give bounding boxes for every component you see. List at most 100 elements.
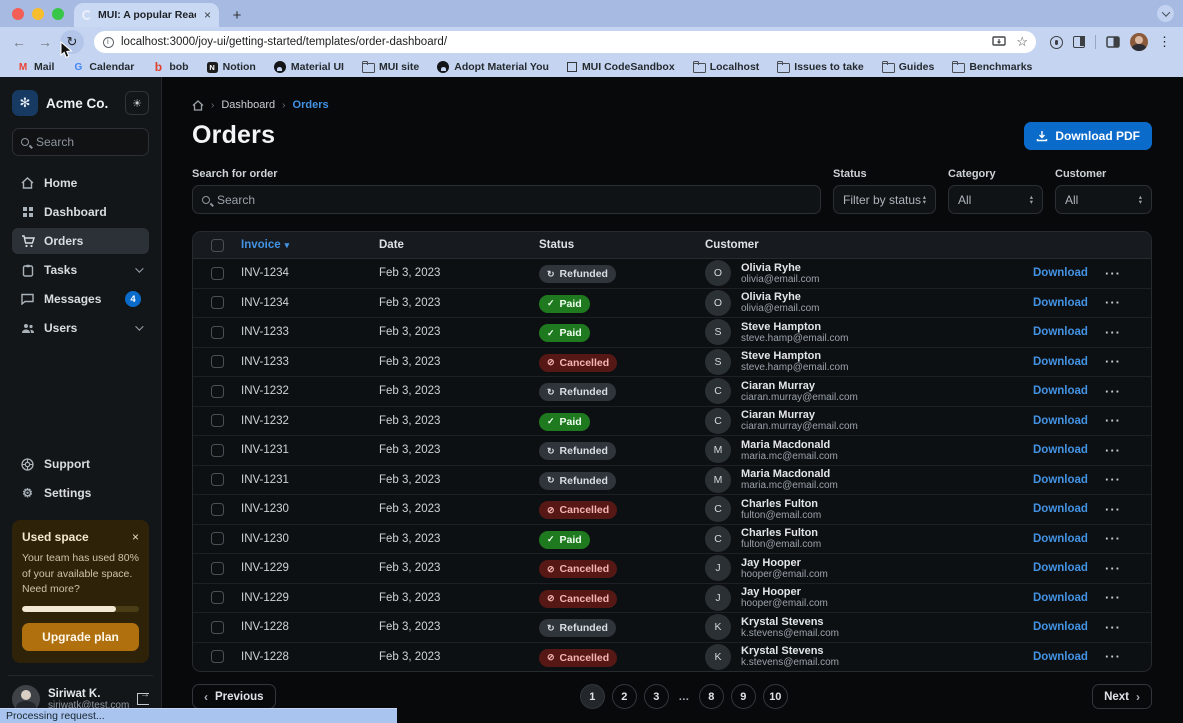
row-menu-button[interactable]: ···	[1105, 354, 1151, 369]
table-row[interactable]: INV-1234 Feb 3, 2023 Refunded O Olivia R…	[193, 259, 1151, 289]
row-menu-button[interactable]: ···	[1105, 472, 1151, 487]
sidebar-item-support[interactable]: Support	[12, 451, 149, 477]
order-search-input[interactable]	[217, 193, 811, 207]
previous-page-button[interactable]: ‹ Previous	[192, 684, 276, 709]
row-checkbox[interactable]	[211, 355, 224, 368]
table-row[interactable]: INV-1233 Feb 3, 2023 Cancelled S Steve H…	[193, 348, 1151, 378]
customer-filter-select[interactable]: All ▴▾	[1055, 185, 1152, 214]
bookmark-item[interactable]: Notion	[200, 59, 263, 75]
table-row[interactable]: INV-1229 Feb 3, 2023 Cancelled J Jay Hoo…	[193, 554, 1151, 584]
sidebar-item-tasks[interactable]: Tasks	[12, 257, 149, 283]
back-button[interactable]: ←	[8, 34, 30, 50]
download-link[interactable]: Download	[1033, 621, 1105, 633]
table-row[interactable]: INV-1230 Feb 3, 2023 Paid C Charles Fult…	[193, 525, 1151, 555]
row-menu-button[interactable]: ···	[1105, 561, 1151, 576]
download-link[interactable]: Download	[1033, 356, 1105, 368]
row-checkbox[interactable]	[211, 444, 224, 457]
bookmark-item[interactable]: MUI site	[355, 59, 426, 75]
browser-profile-avatar[interactable]	[1130, 33, 1148, 51]
row-checkbox[interactable]	[211, 326, 224, 339]
bookmark-item[interactable]: MUI CodeSandbox	[560, 59, 682, 75]
row-menu-button[interactable]: ···	[1105, 384, 1151, 399]
order-search-field[interactable]	[192, 185, 821, 214]
browser-tab[interactable]: MUI: A popular React UI fram ×	[74, 3, 219, 27]
row-menu-button[interactable]: ···	[1105, 620, 1151, 635]
row-checkbox[interactable]	[211, 621, 224, 634]
table-row[interactable]: INV-1229 Feb 3, 2023 Cancelled J Jay Hoo…	[193, 584, 1151, 614]
table-row[interactable]: INV-1234 Feb 3, 2023 Paid O Olivia Ryhe …	[193, 289, 1151, 319]
sidebar-item-dashboard[interactable]: Dashboard	[12, 199, 149, 225]
column-invoice[interactable]: Invoice▾	[241, 239, 379, 251]
table-row[interactable]: INV-1231 Feb 3, 2023 Refunded M Maria Ma…	[193, 466, 1151, 496]
install-icon[interactable]	[992, 36, 1006, 48]
titlebar-expand-button[interactable]	[1157, 5, 1174, 22]
bookmark-item[interactable]: Localhost	[686, 59, 767, 75]
forward-button[interactable]: →	[34, 34, 56, 50]
download-link[interactable]: Download	[1033, 267, 1105, 279]
row-checkbox[interactable]	[211, 296, 224, 309]
bookmark-item[interactable]: Issues to take	[770, 59, 870, 75]
table-row[interactable]: INV-1228 Feb 3, 2023 Refunded K Krystal …	[193, 613, 1151, 643]
bookmark-item[interactable]: Mail	[10, 59, 61, 75]
bookmark-item[interactable]: Material UI	[267, 59, 351, 75]
table-row[interactable]: INV-1232 Feb 3, 2023 Refunded C Ciaran M…	[193, 377, 1151, 407]
bookmark-item[interactable]: Benchmarks	[945, 59, 1039, 75]
download-link[interactable]: Download	[1033, 474, 1105, 486]
download-link[interactable]: Download	[1033, 444, 1105, 456]
next-page-button[interactable]: Next ›	[1092, 684, 1152, 709]
row-menu-button[interactable]: ···	[1105, 531, 1151, 546]
row-menu-button[interactable]: ···	[1105, 266, 1151, 281]
row-checkbox[interactable]	[211, 562, 224, 575]
bookmark-item[interactable]: Adopt Material You	[430, 59, 556, 75]
download-link[interactable]: Download	[1033, 415, 1105, 427]
row-menu-button[interactable]: ···	[1105, 443, 1151, 458]
row-checkbox[interactable]	[211, 267, 224, 280]
sidebar-item-users[interactable]: Users	[12, 315, 149, 341]
select-all-checkbox[interactable]	[211, 239, 224, 252]
side-panel-icon[interactable]	[1106, 36, 1120, 48]
download-link[interactable]: Download	[1033, 562, 1105, 574]
extensions-icon[interactable]	[1073, 36, 1085, 48]
url-text[interactable]: localhost:3000/joy-ui/getting-started/te…	[121, 36, 985, 48]
status-filter-select[interactable]: Filter by status ▴▾	[833, 185, 936, 214]
sidebar-search-input[interactable]	[36, 135, 140, 149]
close-icon[interactable]: ×	[132, 530, 139, 544]
page-number-button[interactable]: 10	[763, 684, 788, 709]
download-pdf-button[interactable]: Download PDF	[1024, 122, 1152, 150]
page-number-button[interactable]: 8	[699, 684, 724, 709]
close-window-button[interactable]	[12, 8, 24, 20]
download-link[interactable]: Download	[1033, 297, 1105, 309]
page-number-button[interactable]: 3	[644, 684, 669, 709]
row-menu-button[interactable]: ···	[1105, 413, 1151, 428]
sidebar-item-messages[interactable]: Messages 4	[12, 286, 149, 312]
minimize-window-button[interactable]	[32, 8, 44, 20]
bookmark-item[interactable]: bob	[145, 59, 195, 75]
row-checkbox[interactable]	[211, 591, 224, 604]
row-menu-button[interactable]: ···	[1105, 295, 1151, 310]
table-row[interactable]: INV-1231 Feb 3, 2023 Refunded M Maria Ma…	[193, 436, 1151, 466]
site-info-icon[interactable]	[103, 37, 114, 48]
row-checkbox[interactable]	[211, 650, 224, 663]
logout-icon[interactable]	[137, 693, 149, 705]
password-manager-icon[interactable]	[1050, 36, 1063, 49]
category-filter-select[interactable]: All ▴▾	[948, 185, 1043, 214]
bookmark-item[interactable]: Guides	[875, 59, 942, 75]
row-menu-button[interactable]: ···	[1105, 325, 1151, 340]
browser-menu-icon[interactable]: ⋮	[1158, 34, 1171, 50]
row-checkbox[interactable]	[211, 414, 224, 427]
new-tab-button[interactable]: +	[225, 3, 249, 27]
page-number-button[interactable]: …	[676, 684, 692, 709]
page-number-button[interactable]: 9	[731, 684, 756, 709]
color-scheme-toggle[interactable]: ☀	[125, 91, 149, 115]
sidebar-item-settings[interactable]: ⚙ Settings	[12, 480, 149, 506]
page-number-button[interactable]: 2	[612, 684, 637, 709]
download-link[interactable]: Download	[1033, 651, 1105, 663]
download-link[interactable]: Download	[1033, 385, 1105, 397]
sidebar-search[interactable]	[12, 128, 149, 156]
row-menu-button[interactable]: ···	[1105, 502, 1151, 517]
bookmark-star-icon[interactable]: ☆	[1016, 34, 1028, 50]
breadcrumb-dashboard[interactable]: Dashboard	[221, 99, 275, 111]
page-number-button[interactable]: 1	[580, 684, 605, 709]
address-bar[interactable]: localhost:3000/joy-ui/getting-started/te…	[94, 31, 1036, 53]
download-link[interactable]: Download	[1033, 533, 1105, 545]
